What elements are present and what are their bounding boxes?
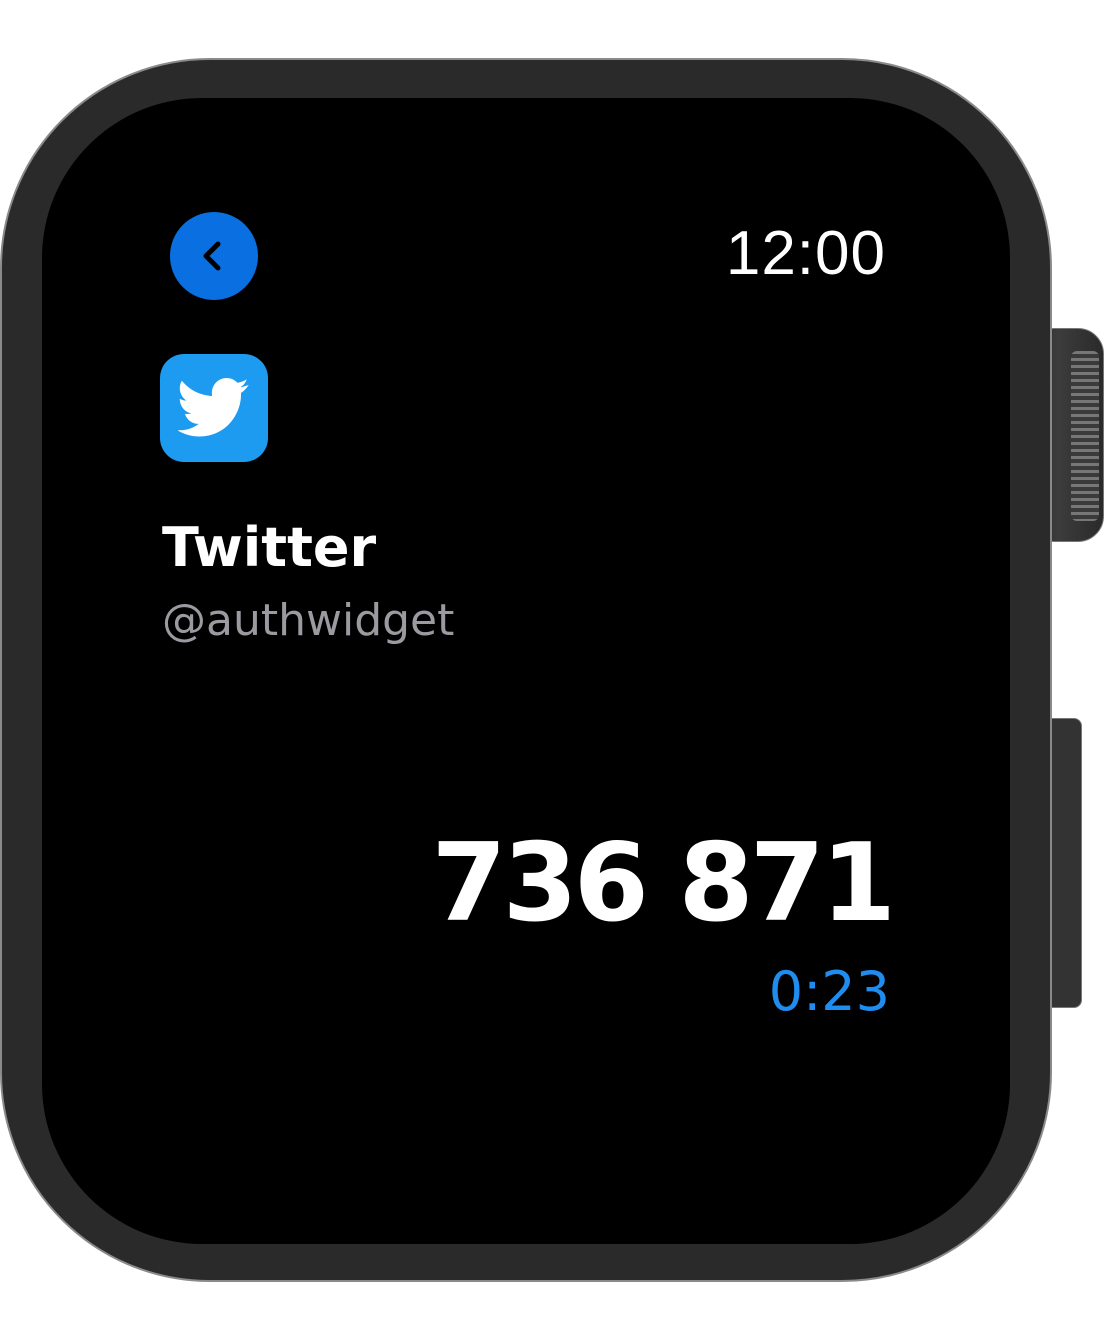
watch-screen: 12:00 Twitter @authwidget 736 871 0:23 [42, 98, 1010, 1244]
twitter-bird-icon [178, 378, 249, 437]
chevron-left-icon [203, 241, 221, 271]
otp-code: 736 871 [431, 821, 896, 946]
account-name: Twitter [162, 516, 377, 579]
watch-case: 12:00 Twitter @authwidget 736 871 0:23 [0, 58, 1052, 1282]
crown-ridges [1071, 351, 1099, 521]
twitter-app-icon [160, 354, 268, 462]
status-time: 12:00 [725, 219, 886, 288]
otp-countdown: 0:23 [768, 960, 890, 1023]
back-button[interactable] [170, 212, 258, 300]
account-handle: @authwidget [162, 595, 455, 646]
watch-simulator: 12:00 Twitter @authwidget 736 871 0:23 [0, 0, 1104, 1344]
